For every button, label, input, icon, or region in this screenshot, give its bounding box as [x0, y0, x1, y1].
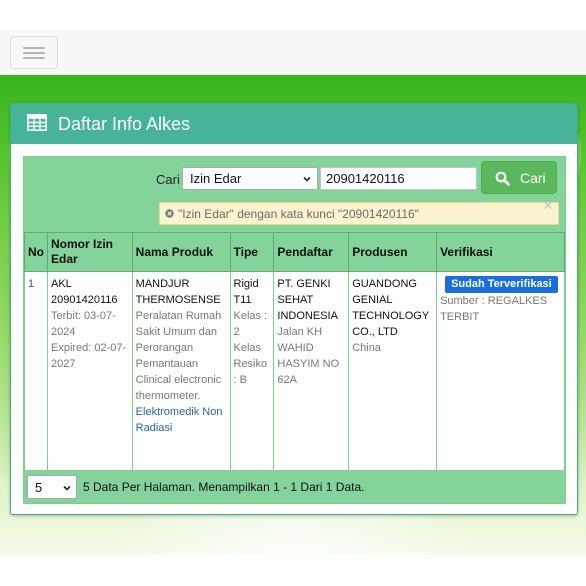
pagination-summary: 5 Data Per Halaman. Menampilkan 1 - 1 Da… [83, 480, 365, 494]
hamburger-icon [23, 47, 45, 49]
search-input[interactable]: 20901420116 [320, 167, 477, 190]
column-header-no: No [24, 232, 48, 272]
cell-produsen: GUANDONG GENIAL TECHNOLOGY CO., LTD Chin… [348, 271, 438, 471]
product-name: MANDJUR THERMOSENSE [135, 278, 221, 306]
dismiss-filter-button[interactable]: × [544, 197, 552, 213]
alkes-table-container: Cari Izin Edar 20901420116 Cari "Izin Ed… [23, 156, 566, 504]
product-description: Peralatan Rumah Sakit Umum dan Peroranga… [135, 310, 222, 402]
table-header-row: No Nomor Izin Edar Nama Produk Tipe Pend… [24, 232, 565, 272]
expired-date: Expired: 02-07-2027 [51, 342, 127, 370]
filter-text: "Izin Edar" dengan kata kunci "209014201… [178, 207, 419, 221]
menu-toggle-button[interactable] [10, 36, 58, 69]
search-button[interactable]: Cari [481, 161, 557, 194]
tipe-value: Rigid T11 [233, 278, 259, 306]
search-field-value: Izin Edar [190, 171, 242, 186]
panel-title: Daftar Info Alkes [58, 114, 191, 134]
alkes-panel: Daftar Info Alkes Cari Izin Edar 2090142… [10, 103, 578, 515]
column-header-produk: Nama Produk [131, 232, 231, 272]
chevron-down-icon [303, 176, 311, 182]
cell-no: 1 [24, 271, 48, 471]
produsen-country: China [352, 342, 381, 354]
produsen-name: GUANDONG GENIAL TECHNOLOGY CO., LTD [352, 278, 429, 338]
verification-source: Sumber : REGALKES TERBIT [440, 295, 548, 323]
cell-produk: MANDJUR THERMOSENSE Peralatan Rumah Saki… [131, 271, 231, 471]
chevron-down-icon [63, 485, 71, 491]
search-field-select[interactable]: Izin Edar [182, 167, 318, 190]
verified-badge: Sudah Terverifikasi [445, 276, 558, 293]
product-category: Elektromedik Non Radiasi [135, 406, 223, 434]
per-page-value: 5 [35, 480, 43, 495]
search-button-label: Cari [520, 170, 546, 186]
terbit-date: Terbit: 03-07-2024 [51, 310, 116, 338]
remove-filter-icon[interactable] [165, 209, 174, 218]
kelas-value: Kelas : 2 [233, 310, 268, 338]
per-page-select[interactable]: 5 [27, 475, 77, 499]
pendaftar-address: Jalan KH WAHID HASYIM NO 62A [277, 326, 340, 386]
pendaftar-name: PT. GENKI SEHAT INDONESIA [277, 278, 338, 322]
alkes-table: No Nomor Izin Edar Nama Produk Tipe Pend… [24, 232, 565, 471]
column-header-produsen: Produsen [348, 232, 438, 272]
cell-pendaftar: PT. GENKI SEHAT INDONESIA Jalan KH WAHID… [273, 271, 350, 471]
search-form: Cari Izin Edar 20901420116 Cari "Izin Ed… [24, 157, 565, 232]
search-icon [495, 171, 510, 186]
column-header-tipe: Tipe [229, 232, 275, 272]
column-header-verifikasi: Verifikasi [436, 232, 565, 272]
table-row: 1 AKL 20901420116 Terbit: 03-07-2024 Exp… [24, 271, 565, 471]
panel-header: Daftar Info Alkes [11, 104, 577, 144]
cell-verifikasi: Sudah Terverifikasi Sumber : REGALKES TE… [436, 271, 565, 471]
cell-tipe: Rigid T11 Kelas : 2 Kelas Resiko : B [229, 271, 275, 471]
table-icon [27, 114, 47, 131]
search-label: Cari [156, 172, 180, 187]
active-filter-tag: "Izin Edar" dengan kata kunci "209014201… [159, 202, 559, 225]
pagination-bar: 5 5 Data Per Halaman. Menampilkan 1 - 1 … [24, 470, 565, 503]
column-header-izin: Nomor Izin Edar [47, 232, 133, 272]
kelas-resiko-value: Kelas Resiko : B [233, 342, 268, 386]
cell-izin: AKL 20901420116 Terbit: 03-07-2024 Expir… [47, 271, 133, 471]
izin-number: AKL 20901420116 [51, 278, 118, 306]
top-navbar [0, 30, 586, 75]
column-header-pendaftar: Pendaftar [273, 232, 350, 272]
